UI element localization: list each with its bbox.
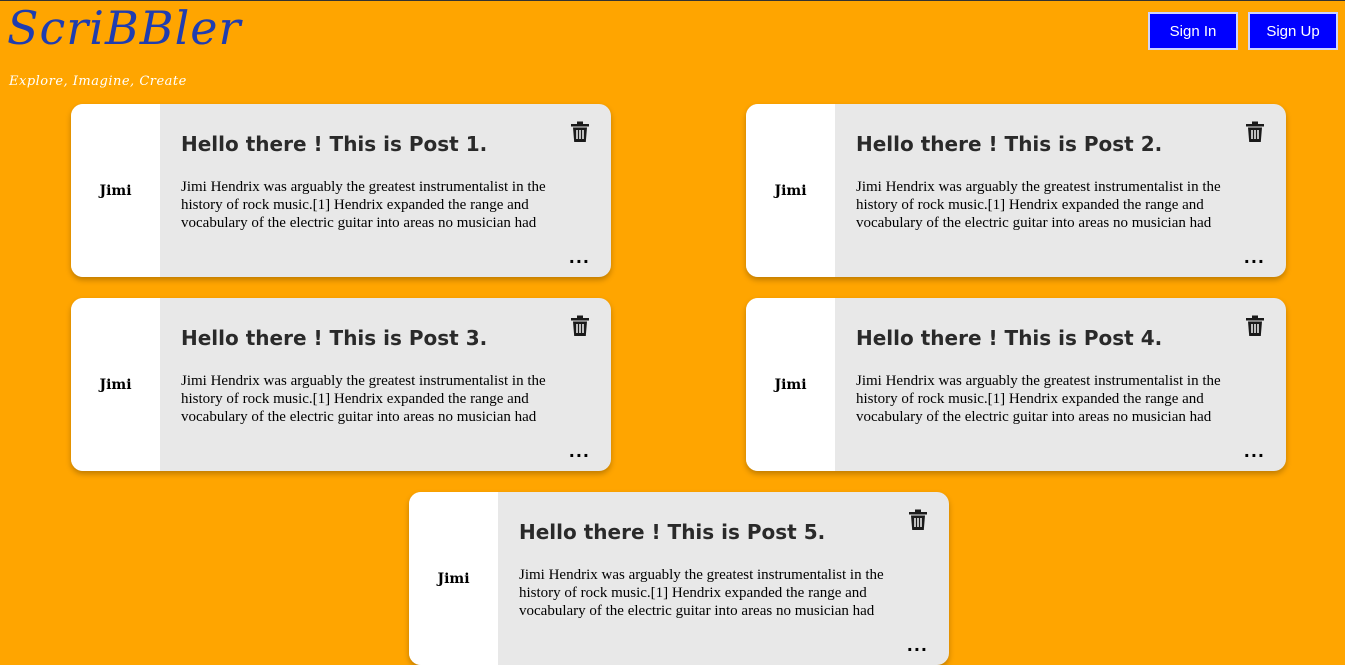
more-button[interactable]: ... — [907, 636, 928, 655]
brand-logo[interactable]: ScriBBler — [7, 5, 242, 51]
post-card[interactable]: Jimi Hello there ! This is Post 2. Jimi … — [746, 104, 1286, 277]
post-body: Hello there ! This is Post 4. Jimi Hendr… — [835, 298, 1286, 471]
trash-icon[interactable] — [570, 315, 590, 337]
post-author: Jimi — [71, 298, 160, 471]
post-title: Hello there ! This is Post 4. — [856, 326, 1163, 350]
post-body: Hello there ! This is Post 1. Jimi Hendr… — [160, 104, 611, 277]
post-excerpt: Jimi Hendrix was arguably the greatest i… — [519, 567, 884, 619]
post-card[interactable]: Jimi Hello there ! This is Post 5. Jimi … — [409, 492, 949, 665]
sign-in-button[interactable]: Sign In — [1148, 12, 1238, 50]
tagline: Explore, Imagine, Create — [9, 74, 187, 89]
trash-icon[interactable] — [570, 121, 590, 143]
sign-up-button[interactable]: Sign Up — [1248, 12, 1338, 50]
header: ScriBBler Explore, Imagine, Create Sign … — [0, 1, 1345, 101]
post-body: Hello there ! This is Post 3. Jimi Hendr… — [160, 298, 611, 471]
trash-icon[interactable] — [908, 509, 928, 531]
post-title: Hello there ! This is Post 1. — [181, 132, 488, 156]
trash-icon[interactable] — [1245, 315, 1265, 337]
post-card[interactable]: Jimi Hello there ! This is Post 3. Jimi … — [71, 298, 611, 471]
post-title: Hello there ! This is Post 3. — [181, 326, 488, 350]
more-button[interactable]: ... — [1244, 248, 1265, 267]
more-button[interactable]: ... — [1244, 442, 1265, 461]
more-button[interactable]: ... — [569, 442, 590, 461]
post-card[interactable]: Jimi Hello there ! This is Post 1. Jimi … — [71, 104, 611, 277]
post-author: Jimi — [409, 492, 498, 665]
post-card[interactable]: Jimi Hello there ! This is Post 4. Jimi … — [746, 298, 1286, 471]
post-excerpt: Jimi Hendrix was arguably the greatest i… — [856, 179, 1221, 231]
post-author: Jimi — [746, 298, 835, 471]
post-excerpt: Jimi Hendrix was arguably the greatest i… — [181, 179, 546, 231]
post-title: Hello there ! This is Post 5. — [519, 520, 826, 544]
post-body: Hello there ! This is Post 5. Jimi Hendr… — [498, 492, 949, 665]
post-excerpt: Jimi Hendrix was arguably the greatest i… — [181, 373, 546, 425]
post-title: Hello there ! This is Post 2. — [856, 132, 1163, 156]
trash-icon[interactable] — [1245, 121, 1265, 143]
more-button[interactable]: ... — [569, 248, 590, 267]
post-excerpt: Jimi Hendrix was arguably the greatest i… — [856, 373, 1221, 425]
post-body: Hello there ! This is Post 2. Jimi Hendr… — [835, 104, 1286, 277]
post-author: Jimi — [71, 104, 160, 277]
post-author: Jimi — [746, 104, 835, 277]
